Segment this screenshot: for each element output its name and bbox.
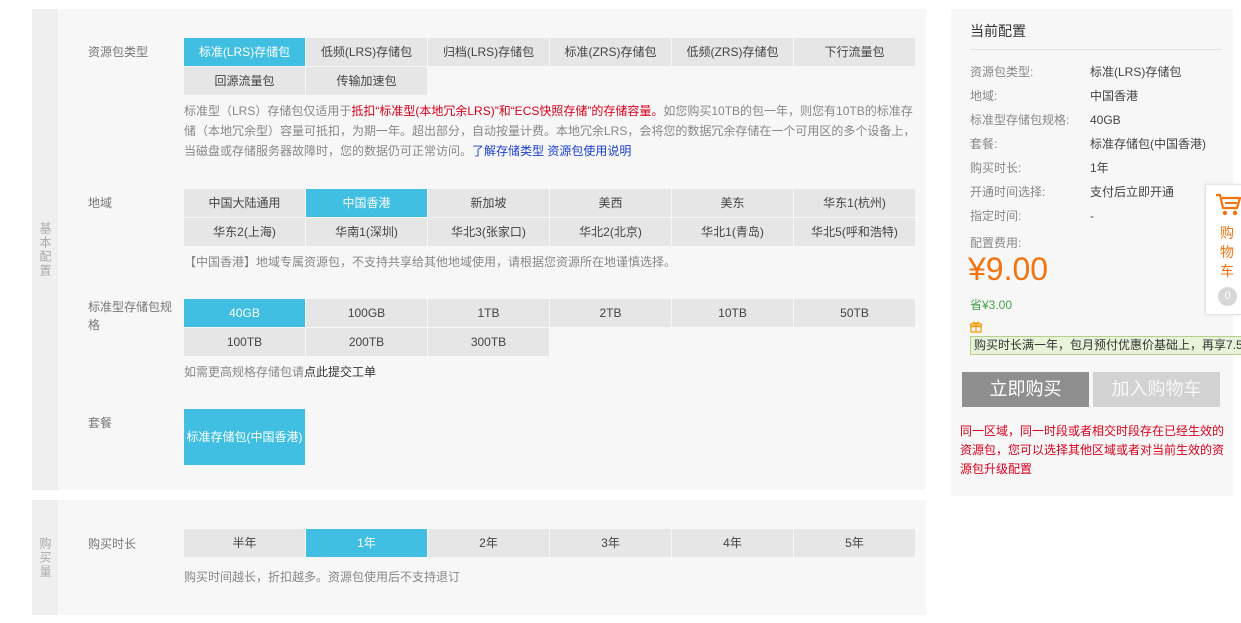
region-option[interactable]: 华东1(杭州) (794, 189, 915, 217)
package-type-option[interactable]: 标准(LRS)存储包 (184, 38, 305, 66)
duration-options: 半年 1年 2年 3年 4年 5年 (184, 529, 916, 557)
spec-option[interactable]: 40GB (184, 299, 305, 327)
package-type-option[interactable]: 回源流量包 (184, 67, 305, 95)
submit-ticket-link[interactable]: 点此提交工单 (304, 365, 376, 379)
summary-value: 支付后立即开通 (1090, 185, 1175, 199)
spec-options: 40GB 100GB 1TB 2TB 10TB 50TB 100TB 200TB… (184, 299, 916, 356)
summary-key: 开通时间选择: (970, 185, 1046, 199)
region-option[interactable]: 美西 (550, 189, 671, 217)
saved-amount: 省¥3.00 (970, 298, 1013, 312)
cart-count-badge: 0 (1218, 287, 1237, 306)
price: ¥9.00 (968, 251, 1049, 287)
region-label: 地域 (88, 196, 113, 210)
package-type-label: 资源包类型 (88, 45, 149, 59)
spec-option[interactable]: 1TB (428, 299, 549, 327)
purchase-amount-panel: 购买量 购买时长 半年 1年 2年 3年 4年 5年 购买时间越长，折扣越多。资… (32, 500, 926, 615)
region-option[interactable]: 华北5(呼和浩特) (794, 218, 915, 246)
cart-label: 购物车 (1220, 225, 1234, 279)
spec-option[interactable]: 50TB (794, 299, 915, 327)
buy-now-button[interactable]: 立即购买 (962, 372, 1089, 407)
package-type-option[interactable]: 归档(LRS)存储包 (428, 38, 549, 66)
summary-value: 1年 (1090, 161, 1109, 175)
summary-value: 中国香港 (1090, 89, 1139, 103)
fee-label: 配置费用: (970, 236, 1022, 250)
spec-label: 标准型存储包规格 (88, 300, 173, 332)
summary-key: 地域: (970, 89, 998, 103)
region-option[interactable]: 中国香港 (306, 189, 427, 217)
summary-key: 资源包类型: (970, 65, 1034, 79)
duration-option[interactable]: 2年 (428, 529, 549, 557)
spec-note-text: 如需更高规格存储包请 (184, 365, 305, 379)
gift-icon (969, 321, 983, 336)
spec-option[interactable]: 200TB (306, 328, 427, 356)
package-type-note-highlight: 抵扣“标准型(本地冗余LRS)”和“ECS快照存储”的存储容量。 (351, 104, 664, 118)
plan-option[interactable]: 标准存储包(中国香港) (184, 409, 305, 465)
package-type-option[interactable]: 低频(LRS)存储包 (306, 38, 427, 66)
storage-type-link[interactable]: 了解存储类型 (472, 144, 544, 158)
duration-option[interactable]: 5年 (794, 529, 915, 557)
summary-key: 指定时间: (970, 209, 1022, 223)
region-options: 中国大陆通用 中国香港 新加坡 美西 美东 华东1(杭州) 华东2(上海) 华南… (184, 189, 916, 246)
region-option[interactable]: 新加坡 (428, 189, 549, 217)
spec-option[interactable]: 10TB (672, 299, 793, 327)
spec-note: 如需更高规格存储包请点此提交工单 (184, 362, 916, 382)
spec-option[interactable]: 100GB (306, 299, 427, 327)
region-option[interactable]: 美东 (672, 189, 793, 217)
duration-option[interactable]: 4年 (672, 529, 793, 557)
package-usage-link[interactable]: 资源包使用说明 (547, 144, 631, 158)
spec-option[interactable]: 300TB (428, 328, 549, 356)
basic-config-side-label: 基本配置 (32, 9, 58, 490)
summary-value: 40GB (1090, 113, 1121, 127)
summary-value: 标准存储包(中国香港) (1090, 137, 1206, 151)
summary-key: 套餐: (970, 137, 998, 151)
purchase-amount-side-label: 购买量 (32, 500, 58, 615)
spec-option[interactable]: 100TB (184, 328, 305, 356)
summary-key: 购买时长: (970, 161, 1022, 175)
region-option[interactable]: 华北2(北京) (550, 218, 671, 246)
package-type-note-text: 标准型（LRS）存储包仅适用于 (184, 104, 352, 118)
region-note: 【中国香港】地域专属资源包，不支持共享给其他地域使用，请根据您资源所在地谨慎选择… (184, 255, 677, 269)
region-option[interactable]: 华东2(上海) (184, 218, 305, 246)
region-option[interactable]: 华南1(深圳) (306, 218, 427, 246)
overlap-warning: 同一区域，同一时段或者相交时段存在已经生效的资源包，您可以选择其他区域或者对当前… (960, 424, 1225, 476)
summary-key: 标准型存储包规格: (970, 113, 1070, 127)
package-type-note: 标准型（LRS）存储包仅适用于抵扣“标准型(本地冗余LRS)”和“ECS快照存储… (184, 101, 916, 161)
current-config-summary: 当前配置 资源包类型: 标准(LRS)存储包 地域: 中国香港 标准型存储包规格: 4… (951, 9, 1241, 496)
duration-note: 购买时间越长，折扣越多。资源包使用后不支持退订 (184, 570, 461, 584)
package-type-options: 标准(LRS)存储包 低频(LRS)存储包 归档(LRS)存储包 标准(ZRS)… (184, 38, 916, 95)
floating-cart[interactable]: 购物车 0 (1205, 184, 1241, 315)
cart-icon (1215, 193, 1241, 220)
summary-title: 当前配置 (970, 23, 1026, 39)
spec-option[interactable]: 2TB (550, 299, 671, 327)
plan-label: 套餐 (88, 416, 113, 430)
summary-divider (970, 49, 1222, 50)
package-type-option[interactable]: 低频(ZRS)存储包 (672, 38, 793, 66)
region-option[interactable]: 华北3(张家口) (428, 218, 549, 246)
package-type-option[interactable]: 下行流量包 (794, 38, 915, 66)
duration-option[interactable]: 3年 (550, 529, 671, 557)
summary-value: - (1090, 209, 1094, 223)
promo-banner: 购买时长满一年，包月预付优惠价基础上，再享7.5 (970, 336, 1241, 355)
package-type-option[interactable]: 标准(ZRS)存储包 (550, 38, 671, 66)
duration-option[interactable]: 1年 (306, 529, 427, 557)
package-type-option[interactable]: 传输加速包 (306, 67, 427, 95)
basic-config-panel: 基本配置 资源包类型 标准(LRS)存储包 低频(LRS)存储包 归档(LRS)… (32, 9, 926, 490)
region-option[interactable]: 中国大陆通用 (184, 189, 305, 217)
summary-value: 标准(LRS)存储包 (1090, 65, 1182, 79)
duration-option[interactable]: 半年 (184, 529, 305, 557)
region-option[interactable]: 华北1(青岛) (672, 218, 793, 246)
duration-label: 购买时长 (88, 537, 137, 551)
add-to-cart-button[interactable]: 加入购物车 (1093, 372, 1220, 407)
